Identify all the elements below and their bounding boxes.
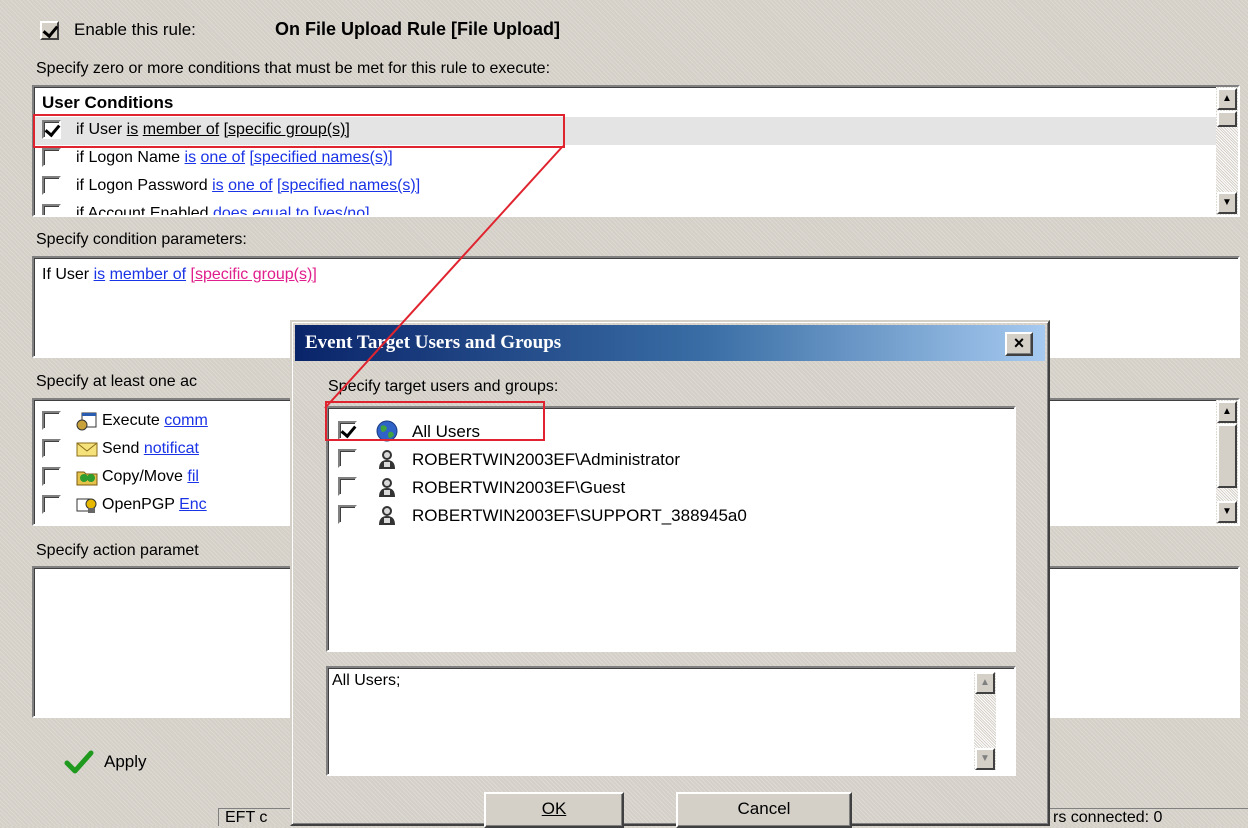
- condition-verb-link[interactable]: does equal to: [213, 205, 309, 215]
- user-name: ROBERTWIN2003EF\Administrator: [412, 450, 680, 469]
- conditions-prompt: Specify zero or more conditions that mus…: [36, 60, 551, 77]
- dialog-title-bar[interactable]: Event Target Users and Groups ×: [295, 325, 1045, 361]
- action-link[interactable]: notificat: [144, 440, 199, 457]
- apply-label: Apply: [104, 752, 147, 771]
- condition-checkbox[interactable]: [42, 204, 61, 215]
- action-link[interactable]: comm: [164, 412, 208, 429]
- ok-button[interactable]: OK: [484, 792, 624, 828]
- user-checkbox[interactable]: [338, 449, 357, 468]
- action-checkbox[interactable]: [42, 495, 61, 514]
- cancel-label: Cancel: [737, 799, 791, 818]
- conditions-list[interactable]: User Conditions if User is member of [sp…: [32, 85, 1240, 217]
- action-checkbox[interactable]: [42, 467, 61, 486]
- condition-params-text: If User is member of [specific group(s)]: [42, 266, 317, 283]
- checkmark-icon: [64, 750, 94, 774]
- cancel-button[interactable]: Cancel: [676, 792, 852, 828]
- dialog-title: Event Target Users and Groups: [305, 332, 562, 353]
- enable-rule-checkbox[interactable]: [40, 21, 62, 43]
- condition-verb-link[interactable]: is: [185, 149, 197, 166]
- actions-scrollbar[interactable]: ▲ ▼: [1216, 400, 1238, 524]
- action-checkbox[interactable]: [42, 439, 61, 458]
- scroll-down-icon[interactable]: ▼: [975, 748, 995, 770]
- scroll-up-icon[interactable]: ▲: [1217, 401, 1237, 423]
- condition-checkbox[interactable]: [42, 148, 61, 167]
- scroll-thumb[interactable]: [1217, 424, 1237, 488]
- action-checkbox[interactable]: [42, 411, 61, 430]
- condition-verb-link[interactable]: is: [212, 177, 224, 194]
- param-member-of-link[interactable]: member of: [110, 266, 186, 283]
- rule-name: On File Upload Rule [File Upload]: [275, 19, 561, 39]
- dialog-prompt: Specify target users and groups:: [328, 378, 559, 395]
- envelope-icon: [76, 439, 98, 464]
- user-checkbox[interactable]: [338, 477, 357, 496]
- ok-label: OK: [541, 799, 567, 818]
- users-list[interactable]: All Users ROBERTWIN2003EF\Administrator RO…: [326, 406, 1016, 652]
- scroll-thumb[interactable]: [1217, 111, 1237, 127]
- scroll-up-icon[interactable]: ▲: [1217, 88, 1237, 110]
- action-text: OpenPGP Enc: [102, 496, 207, 513]
- scroll-down-icon[interactable]: ▼: [1217, 501, 1237, 523]
- close-button[interactable]: ×: [1005, 332, 1033, 356]
- user-icon: [376, 476, 398, 503]
- condition-argument-link[interactable]: [specified names(s)]: [277, 177, 420, 194]
- selection-box[interactable]: All Users; ▲ ▼: [326, 666, 1016, 776]
- action-link[interactable]: Enc: [179, 496, 207, 513]
- apply-button[interactable]: Apply: [64, 748, 204, 776]
- action-text: Copy/Move fil: [102, 468, 199, 485]
- close-icon: ×: [1013, 333, 1025, 353]
- status-pane-right: rs connected: 0: [1046, 808, 1248, 826]
- action-text: Execute comm: [102, 412, 208, 429]
- selection-scrollbar[interactable]: ▲ ▼: [974, 672, 996, 770]
- action-link[interactable]: fil: [187, 468, 199, 485]
- condition-checkbox[interactable]: [42, 176, 61, 195]
- conditions-header: User Conditions: [42, 93, 174, 112]
- condition-operator-link[interactable]: [yes/no]: [314, 205, 370, 215]
- action-text: Send notificat: [102, 440, 199, 457]
- user-name: ROBERTWIN2003EF\Guest: [412, 478, 626, 497]
- highlight-member-of-condition: [33, 114, 565, 148]
- copy-move-icon: [76, 467, 98, 492]
- conditions-scrollbar[interactable]: ▲ ▼: [1216, 87, 1238, 215]
- param-is-link[interactable]: is: [94, 266, 106, 283]
- user-icon: [376, 448, 398, 475]
- execute-icon: [76, 411, 98, 436]
- event-target-dialog: Event Target Users and Groups × Specify …: [290, 320, 1050, 828]
- enable-rule-check[interactable]: [40, 21, 59, 40]
- condition-text: if Logon Name is one of [specified names…: [76, 149, 393, 166]
- condition-text: if Account Enabled does equal to [yes/no…: [76, 205, 370, 215]
- highlight-all-users: [325, 401, 545, 441]
- actions-prompt: Specify at least one ac: [36, 373, 197, 390]
- action-params-prompt: Specify action paramet: [36, 542, 199, 559]
- condition-params-prompt: Specify condition parameters:: [36, 231, 247, 248]
- user-name: ROBERTWIN2003EF\SUPPORT_388945a0: [412, 506, 747, 525]
- condition-text: if Logon Password is one of [specified n…: [76, 177, 421, 194]
- scroll-up-icon[interactable]: ▲: [975, 672, 995, 694]
- scroll-down-icon[interactable]: ▼: [1217, 192, 1237, 214]
- user-icon: [376, 504, 398, 531]
- condition-operator-link[interactable]: one of: [228, 177, 272, 194]
- condition-argument-link[interactable]: [specified names(s)]: [249, 149, 392, 166]
- user-checkbox[interactable]: [338, 505, 357, 524]
- param-group-link[interactable]: [specific group(s)]: [191, 266, 317, 283]
- openpgp-icon: [76, 495, 98, 520]
- enable-rule-label: Enable this rule:: [74, 20, 196, 39]
- selection-text: All Users;: [332, 672, 401, 689]
- condition-operator-link[interactable]: one of: [201, 149, 245, 166]
